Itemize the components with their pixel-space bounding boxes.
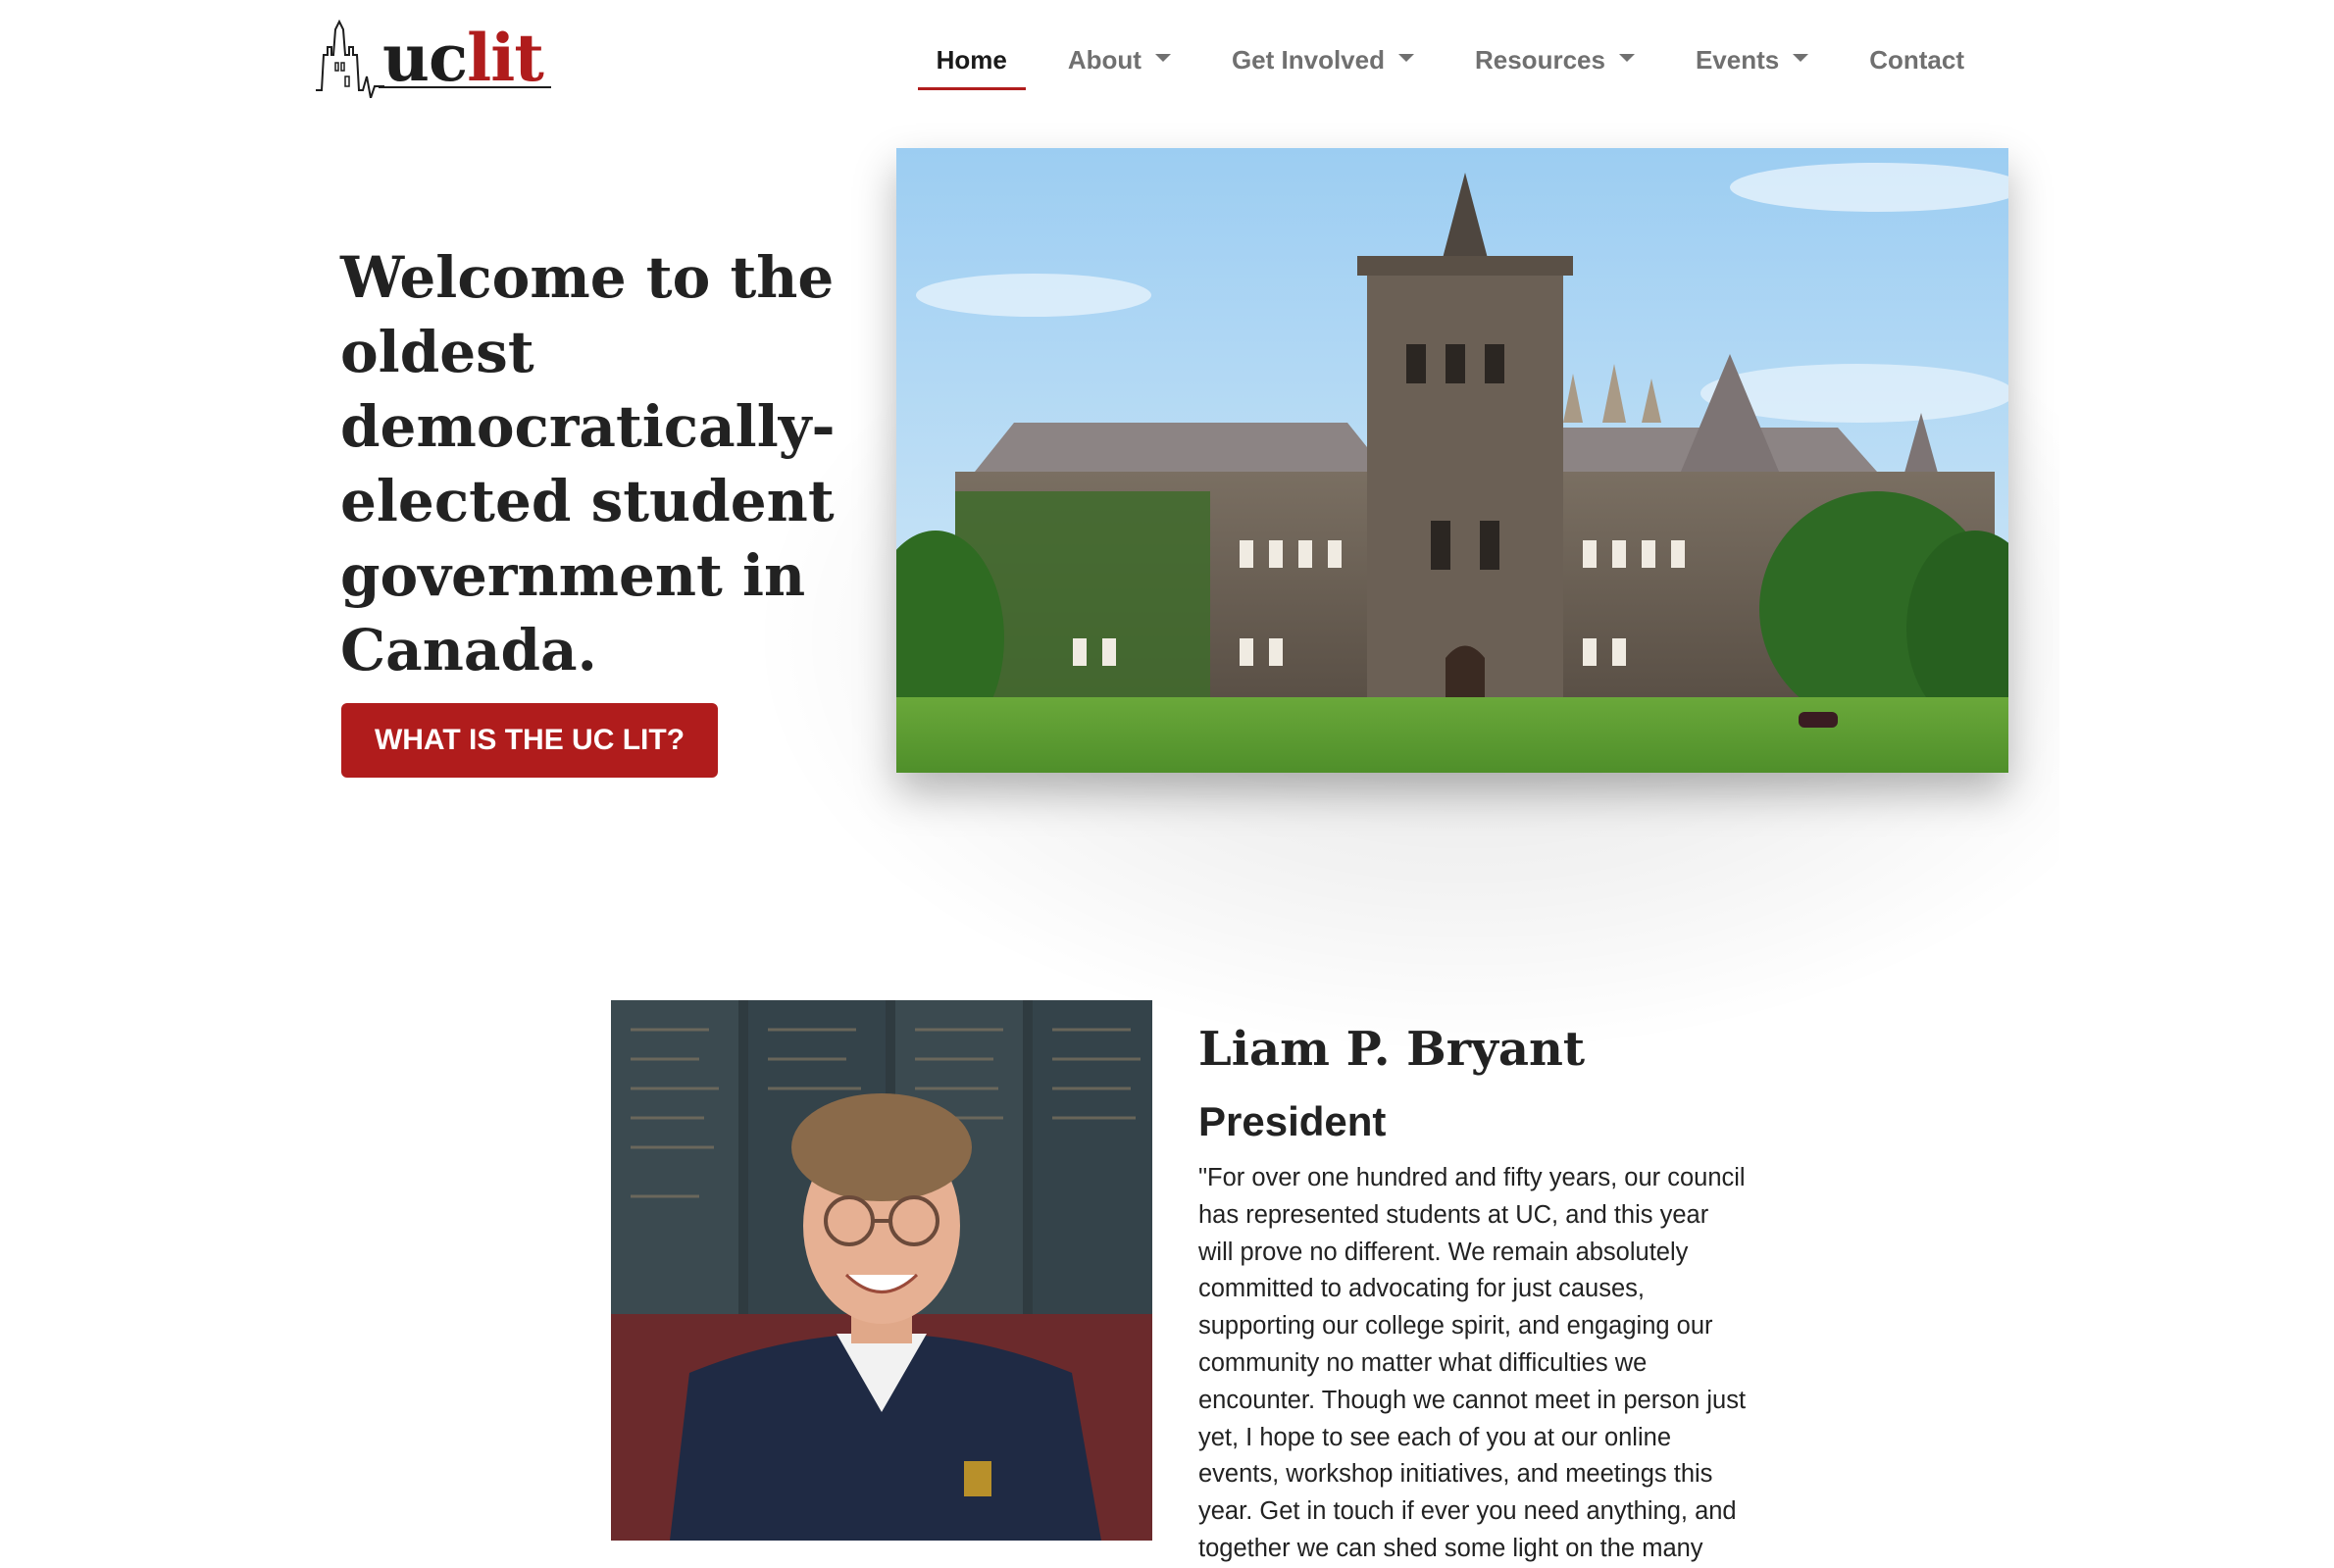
caret-down-icon xyxy=(1618,54,1635,63)
nav-contact[interactable]: Contact xyxy=(1839,29,1995,90)
uclit-logo[interactable]: uclit xyxy=(316,18,551,98)
president-role: President xyxy=(1198,1098,1387,1144)
caret-down-icon xyxy=(1154,54,1171,63)
nav-contact-label: Contact xyxy=(1869,45,1964,75)
nav-home-label: Home xyxy=(936,45,1007,75)
top-navbar: uclit Home About Get Involved Resources … xyxy=(0,0,2334,118)
president-quote: "For over one hundred and fifty years, o… xyxy=(1198,1164,1747,1562)
nav-get-involved[interactable]: Get Involved xyxy=(1201,29,1445,90)
nav-events-label: Events xyxy=(1695,45,1780,75)
nav-links: Home About Get Involved Resources Events… xyxy=(906,29,1995,90)
nav-home[interactable]: Home xyxy=(906,29,1038,90)
nav-about[interactable]: About xyxy=(1038,29,1201,90)
nav-about-label: About xyxy=(1067,45,1142,75)
nav-events[interactable]: Events xyxy=(1665,29,1839,90)
logo-lit: lit xyxy=(467,20,544,96)
caret-down-icon xyxy=(1793,54,1809,63)
tower-outline-icon xyxy=(316,19,384,98)
nav-resources[interactable]: Resources xyxy=(1445,29,1665,90)
president-portrait xyxy=(611,1000,1152,1541)
caret-down-icon xyxy=(1397,54,1414,63)
what-is-uc-lit-button[interactable]: WHAT IS THE UC LIT? xyxy=(341,703,718,778)
nav-resources-label: Resources xyxy=(1474,45,1605,75)
logo-underline xyxy=(379,86,551,88)
logo-uc: uc xyxy=(382,20,468,96)
nav-get-involved-label: Get Involved xyxy=(1231,45,1385,75)
university-college-photo xyxy=(896,148,2008,773)
president-name: Liam P. Bryant xyxy=(1198,1022,1586,1077)
